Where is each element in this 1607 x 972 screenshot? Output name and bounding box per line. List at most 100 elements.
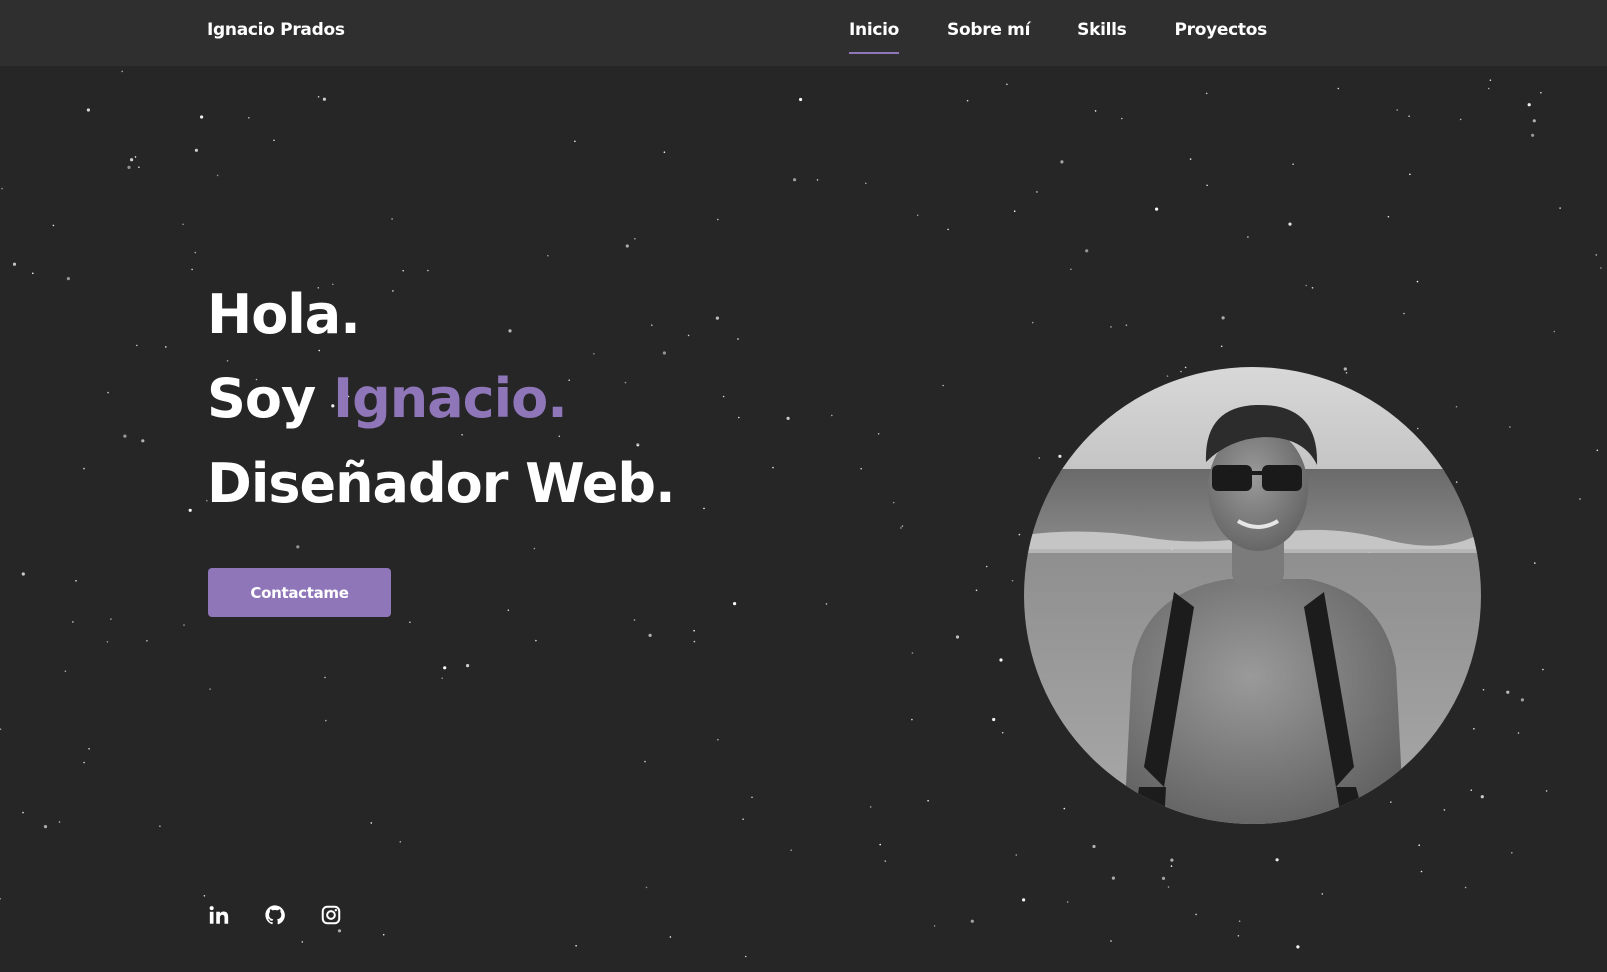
- star: [892, 501, 895, 504]
- star: [1221, 316, 1225, 320]
- star: [52, 224, 55, 227]
- star: [22, 811, 24, 814]
- star: [466, 664, 470, 668]
- star: [644, 760, 646, 763]
- star: [273, 139, 275, 142]
- star: [402, 269, 405, 272]
- star: [624, 381, 627, 384]
- star: [134, 156, 137, 158]
- star: [165, 346, 167, 348]
- star: [722, 395, 725, 398]
- star: [127, 165, 131, 169]
- star: [1195, 913, 1197, 916]
- star: [1343, 367, 1347, 371]
- star: [1337, 87, 1340, 90]
- star: [970, 919, 974, 923]
- star: [648, 633, 652, 638]
- star: [0, 728, 2, 730]
- star: [662, 351, 667, 355]
- nav-links: Inicio Sobre mí Skills Proyectos: [849, 20, 1267, 54]
- star: [427, 269, 429, 272]
- nav-link-inicio[interactable]: Inicio: [849, 20, 899, 54]
- star: [816, 179, 819, 181]
- linkedin-icon[interactable]: [208, 904, 230, 926]
- navbar: Ignacio Prados Inicio Sobre mí Skills Pr…: [0, 0, 1607, 66]
- star: [1416, 427, 1419, 430]
- star: [1473, 728, 1475, 730]
- star: [869, 806, 872, 808]
- star: [64, 670, 67, 672]
- star: [966, 99, 969, 102]
- star: [1237, 935, 1240, 937]
- star: [911, 652, 914, 654]
- hero-intro: Soy Ignacio.: [207, 372, 568, 426]
- star: [568, 379, 570, 382]
- star: [1482, 688, 1485, 691]
- star: [1110, 326, 1112, 328]
- star: [1305, 284, 1307, 287]
- star: [1487, 87, 1490, 90]
- star: [927, 799, 929, 802]
- nav-link-proyectos[interactable]: Proyectos: [1174, 20, 1267, 40]
- star: [370, 822, 373, 824]
- star: [1527, 103, 1531, 107]
- star: [1166, 375, 1169, 377]
- instagram-icon[interactable]: [320, 904, 342, 926]
- star: [717, 218, 719, 221]
- star: [1553, 330, 1556, 333]
- star: [1155, 207, 1159, 211]
- star: [1184, 366, 1187, 369]
- contact-button[interactable]: Contactame: [208, 568, 391, 617]
- profile-photo-illustration: [1024, 367, 1481, 824]
- star: [183, 624, 185, 626]
- star: [317, 96, 320, 98]
- star: [715, 316, 720, 320]
- star: [123, 434, 127, 438]
- star: [637, 444, 639, 447]
- star: [985, 565, 988, 568]
- star: [751, 796, 753, 799]
- github-icon[interactable]: [264, 904, 286, 926]
- star: [1110, 940, 1112, 942]
- star: [738, 416, 740, 419]
- brand-name[interactable]: Ignacio Prados: [207, 20, 345, 40]
- star: [106, 641, 109, 643]
- star: [799, 97, 803, 102]
- star: [43, 825, 48, 829]
- star: [322, 97, 326, 101]
- star: [1390, 801, 1392, 803]
- star: [508, 329, 512, 333]
- star: [1489, 79, 1492, 81]
- star: [663, 151, 666, 153]
- star: [337, 929, 342, 933]
- star: [1443, 809, 1446, 811]
- star: [879, 843, 881, 846]
- star: [1167, 886, 1170, 888]
- star: [194, 148, 198, 152]
- star: [1125, 324, 1128, 327]
- star: [159, 825, 161, 827]
- star: [1013, 210, 1016, 212]
- hero-name: Ignacio.: [333, 367, 568, 430]
- star: [318, 349, 321, 352]
- star: [645, 886, 648, 889]
- star: [1542, 668, 1544, 671]
- star: [203, 895, 206, 897]
- star: [625, 244, 629, 248]
- star: [693, 640, 696, 643]
- star: [1, 187, 3, 190]
- star: [1517, 732, 1520, 734]
- star: [786, 416, 790, 420]
- star: [75, 580, 77, 582]
- star: [1189, 158, 1192, 160]
- nav-link-sobre-mi[interactable]: Sobre mí: [947, 20, 1030, 40]
- star: [1063, 807, 1066, 810]
- star: [1600, 267, 1602, 269]
- star: [860, 467, 862, 470]
- page: Ignacio Prados Inicio Sobre mí Skills Pr…: [0, 0, 1607, 972]
- star: [687, 334, 690, 337]
- star: [1066, 901, 1069, 903]
- star: [1396, 109, 1398, 111]
- star: [391, 218, 393, 220]
- nav-link-skills[interactable]: Skills: [1077, 20, 1127, 40]
